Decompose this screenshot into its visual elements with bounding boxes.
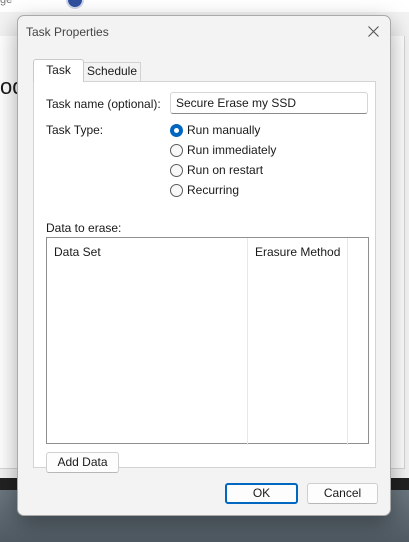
task-type-label: Task Type: bbox=[46, 123, 104, 137]
tab-schedule[interactable]: Schedule bbox=[84, 62, 141, 81]
radio-label: Run on restart bbox=[187, 163, 264, 177]
column-header-label: Erasure Method bbox=[255, 245, 341, 259]
task-tab-panel: Task name (optional): Task Type: Run man… bbox=[33, 81, 376, 473]
close-icon bbox=[368, 26, 379, 37]
close-button[interactable] bbox=[362, 20, 386, 44]
radio-label: Run manually bbox=[187, 123, 261, 137]
data-to-erase-label: Data to erase: bbox=[46, 221, 122, 235]
dialog-title: Task Properties bbox=[26, 25, 109, 39]
add-data-button[interactable]: Add Data bbox=[46, 452, 119, 473]
dialog-titlebar[interactable]: Task Properties bbox=[18, 16, 390, 48]
cancel-button[interactable]: Cancel bbox=[307, 483, 378, 504]
background-window-titlebar: ge bbox=[0, 0, 409, 12]
ok-button[interactable]: OK bbox=[225, 483, 298, 504]
task-properties-dialog: Task Properties Task Schedule Task name … bbox=[17, 15, 391, 516]
app-icon bbox=[66, 0, 84, 9]
column-header-data-set[interactable]: Data Set bbox=[47, 238, 248, 445]
background-app-text: od bbox=[0, 74, 18, 99]
radio-label: Run immediately bbox=[187, 143, 277, 157]
task-name-input[interactable] bbox=[170, 92, 368, 114]
radio-button[interactable] bbox=[170, 184, 183, 197]
background-window-text: ge bbox=[0, 0, 13, 6]
radio-label: Recurring bbox=[187, 183, 240, 197]
tab-task[interactable]: Task bbox=[33, 59, 84, 82]
radio-button[interactable] bbox=[170, 164, 183, 177]
column-header-label: Data Set bbox=[54, 245, 101, 259]
radio-button-checked[interactable] bbox=[170, 124, 183, 137]
task-name-label: Task name (optional): bbox=[46, 97, 161, 111]
radio-button[interactable] bbox=[170, 144, 183, 157]
column-header-erasure-method[interactable]: Erasure Method bbox=[248, 238, 348, 445]
data-to-erase-list[interactable]: Data Set Erasure Method bbox=[46, 237, 369, 445]
